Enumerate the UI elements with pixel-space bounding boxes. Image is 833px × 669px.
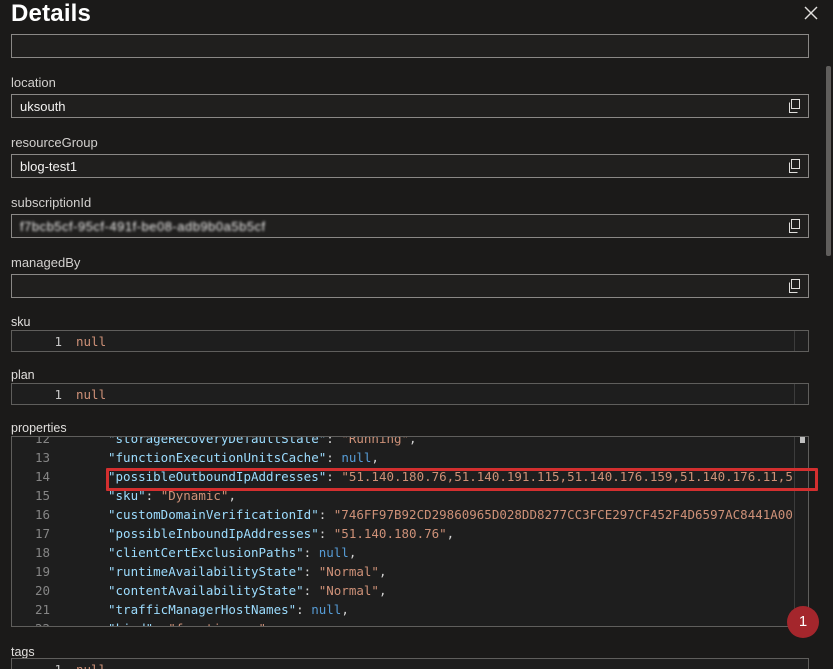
plan-label: plan (11, 368, 35, 382)
code-text: "kind": "functionapp", (108, 621, 274, 626)
location-value: uksouth (20, 99, 66, 114)
json-value: "746FF97B92CD29860965D028DD8277CC3FCE297… (333, 507, 793, 522)
json-value: "Normal" (318, 583, 379, 598)
tags-value: null (76, 662, 106, 669)
sku-value: null (76, 334, 107, 349)
line-number: 13 (34, 450, 50, 465)
subscription-id-field[interactable]: f7bcb5cf-95cf-491f-be08-adb9b0a5b5cf (11, 214, 809, 238)
line-number: 21 (34, 602, 50, 617)
location-label: location (11, 75, 56, 90)
json-value: "51.140.180.76" (333, 526, 447, 541)
code-line: 13 "functionExecutionUnitsCache": null, (12, 450, 808, 469)
json-value: null (341, 450, 372, 465)
line-number: 12 (34, 436, 50, 446)
close-button[interactable] (800, 2, 822, 24)
properties-editor[interactable]: 12 "storageRecoveryDefaultState": "Runnin… (11, 436, 809, 627)
code-text: "customDomainVerificationId": "746FF97B9… (108, 507, 793, 522)
line-number: 1 (54, 387, 62, 402)
panel-title: Details (11, 0, 92, 27)
line-number: 16 (34, 507, 50, 522)
subscription-id-value: f7bcb5cf-95cf-491f-be08-adb9b0a5b5cf (20, 219, 266, 234)
json-trail: , (348, 545, 357, 560)
line-number: 14 (34, 469, 50, 484)
sku-editor[interactable]: 1 null (11, 330, 809, 352)
code-text: "functionExecutionUnitsCache": null, (108, 450, 379, 465)
code-text: "contentAvailabilityState": "Normal", (108, 583, 387, 598)
json-trail: , (446, 526, 455, 541)
copy-icon (789, 219, 800, 233)
json-value: "Running" (341, 436, 410, 446)
line-number: 22 (12, 621, 50, 626)
tags-label: tags (11, 645, 35, 659)
json-value: "functionapp" (168, 621, 266, 626)
panel-scrollbar[interactable] (826, 46, 831, 669)
plan-editor[interactable]: 1 null (11, 383, 809, 405)
line-number: 18 (34, 545, 50, 560)
properties-label: properties (11, 421, 67, 435)
code-line: 20 "contentAvailabilityState": "Normal", (12, 583, 808, 602)
code-line: 19 "runtimeAvailabilityState": "Normal", (12, 564, 808, 583)
json-trail: , (371, 450, 379, 465)
copy-icon (789, 99, 800, 113)
line-number: 1 (54, 334, 62, 349)
highlight-annotation (106, 468, 818, 491)
code-line: 16 "customDomainVerificationId": "746FF97… (12, 507, 808, 526)
json-value: "Normal" (318, 564, 379, 579)
copy-subscription-id-button[interactable] (788, 219, 802, 233)
copy-icon (789, 159, 800, 173)
json-key: "storageRecoveryDefaultState" (108, 436, 327, 446)
code-text: "runtimeAvailabilityState": "Normal", (108, 564, 387, 579)
copy-icon (789, 279, 800, 293)
annotation-badge: 1 (787, 606, 819, 638)
line-number: 20 (34, 583, 50, 598)
code-text: "possibleInboundIpAddresses": "51.140.18… (108, 526, 455, 541)
json-key: "possibleInboundIpAddresses" (108, 526, 319, 541)
json-value: null (311, 602, 342, 617)
code-line: 18 "clientCertExclusionPaths": null, (12, 545, 808, 564)
json-trail: , (409, 436, 417, 446)
json-key: "contentAvailabilityState" (108, 583, 304, 598)
code-line: 17 "possibleInboundIpAddresses": "51.140.… (12, 526, 808, 545)
resource-group-field[interactable]: blog-test1 (11, 154, 809, 178)
copy-location-button[interactable] (788, 99, 802, 113)
json-value: null (318, 545, 349, 560)
line-number: 19 (34, 564, 50, 579)
json-trail: , (378, 583, 387, 598)
json-key: "trafficManagerHostNames" (108, 602, 297, 617)
resource-group-value: blog-test1 (20, 159, 78, 174)
json-key: "runtimeAvailabilityState" (108, 564, 304, 579)
sku-label: sku (11, 315, 31, 329)
previous-field-box (11, 34, 809, 58)
location-field[interactable]: uksouth (11, 94, 809, 118)
json-key: "functionExecutionUnitsCache" (108, 450, 327, 465)
copy-managed-by-button[interactable] (788, 279, 802, 293)
code-text: "storageRecoveryDefaultState": "Running"… (108, 436, 417, 446)
code-line: 12 "storageRecoveryDefaultState": "Runnin… (12, 436, 808, 450)
json-trail: , (266, 621, 274, 626)
line-number: 1 (12, 662, 62, 669)
managed-by-label: managedBy (11, 255, 81, 270)
plan-value: null (76, 387, 107, 402)
close-icon (804, 6, 818, 20)
json-key: "customDomainVerificationId" (108, 507, 319, 522)
resource-group-label: resourceGroup (11, 135, 98, 150)
line-number: 15 (34, 488, 50, 503)
code-text: "trafficManagerHostNames": null, (108, 602, 349, 617)
copy-resource-group-button[interactable] (788, 159, 802, 173)
tags-editor[interactable]: 1 null (11, 658, 809, 669)
code-line: 21 "trafficManagerHostNames": null, (12, 602, 808, 621)
json-trail: , (341, 602, 349, 617)
code-line: 22 "kind": "functionapp", (12, 621, 808, 626)
json-trail: , (378, 564, 387, 579)
line-number: 17 (34, 526, 50, 541)
managed-by-field[interactable] (11, 274, 809, 298)
json-key: "clientCertExclusionPaths" (108, 545, 304, 560)
subscription-id-label: subscriptionId (11, 195, 92, 210)
code-text: "clientCertExclusionPaths": null, (108, 545, 357, 560)
json-key: "kind" (108, 621, 153, 626)
